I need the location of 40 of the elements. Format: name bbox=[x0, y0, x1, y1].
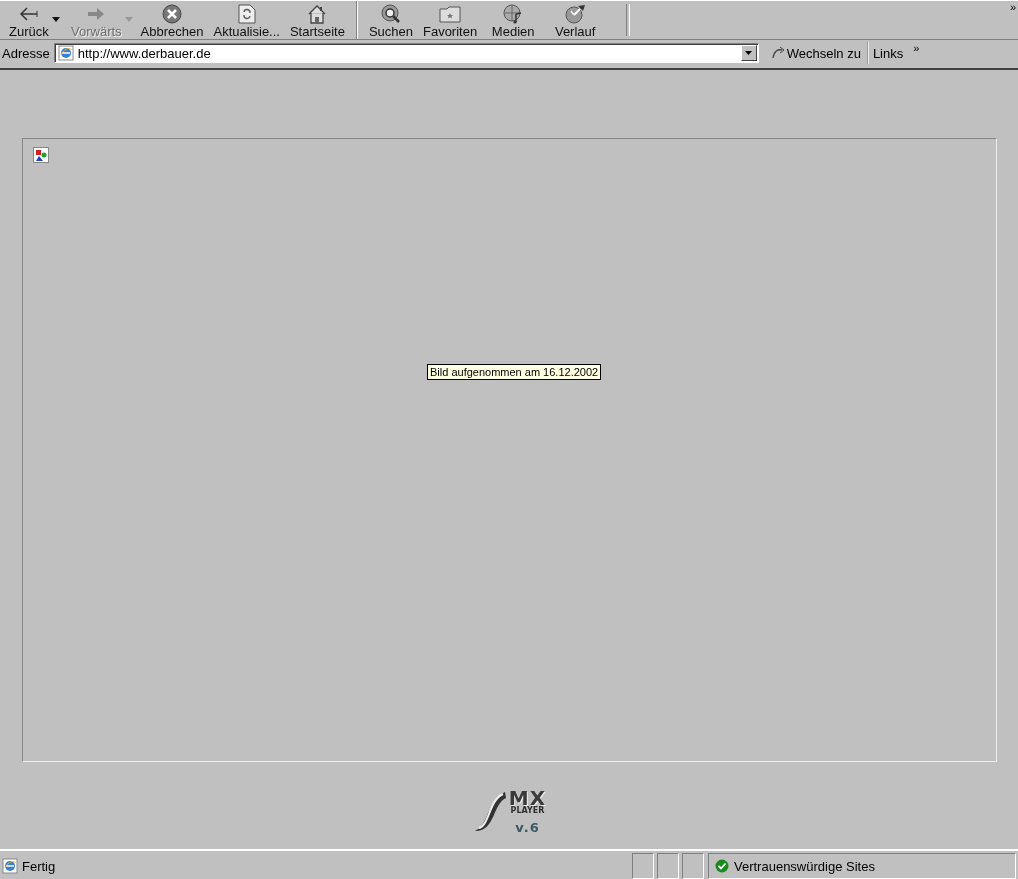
ie-page-icon bbox=[2, 858, 18, 874]
toolbar-button[interactable]: Suchen bbox=[355, 1, 418, 39]
address-label: Adresse bbox=[2, 45, 50, 61]
folder-icon bbox=[439, 5, 462, 23]
toolbar-button[interactable]: Verlauf bbox=[544, 1, 607, 39]
toolbar-button[interactable]: Favoriten bbox=[417, 1, 483, 39]
back-arrow-icon bbox=[19, 7, 38, 21]
toolbar-overflow-chevron[interactable]: » bbox=[1009, 1, 1016, 13]
toolbar-button[interactable]: Abbrechen bbox=[135, 1, 209, 39]
status-panel bbox=[657, 853, 679, 879]
go-arrow-icon bbox=[770, 46, 785, 60]
dropdown-caret-icon[interactable] bbox=[745, 51, 753, 55]
history-clock-icon bbox=[564, 4, 587, 24]
links-overflow-chevron[interactable]: » bbox=[913, 42, 920, 54]
broken-image-icon bbox=[33, 147, 49, 163]
dropdown-caret-icon[interactable] bbox=[51, 17, 60, 22]
status-panel bbox=[632, 853, 654, 879]
ie-page-icon bbox=[57, 45, 74, 61]
stop-icon bbox=[162, 4, 182, 24]
address-field-frame[interactable]: http://www.derbauer.de bbox=[53, 43, 759, 63]
go-button[interactable]: Wechseln zu bbox=[770, 42, 869, 64]
logo-title: MX bbox=[508, 788, 547, 808]
media-globe-icon bbox=[503, 4, 524, 24]
toolbar-button[interactable]: Medien bbox=[482, 1, 545, 39]
logo-version: v.6 bbox=[515, 821, 540, 834]
logo-subtitle: PLAYER bbox=[510, 807, 545, 815]
status-text: Fertig bbox=[22, 858, 56, 874]
check-circle-icon bbox=[715, 859, 729, 873]
links-toolbar-button[interactable]: Links bbox=[872, 45, 914, 61]
address-field[interactable]: http://www.derbauer.de bbox=[77, 45, 737, 61]
home-icon bbox=[307, 4, 328, 24]
search-icon bbox=[380, 4, 401, 24]
toolbar-button[interactable]: Aktualisie... bbox=[208, 1, 285, 39]
refresh-page-icon bbox=[237, 4, 256, 24]
security-zone-text: Vertrauenswürdige Sites bbox=[734, 858, 875, 874]
status-panel bbox=[682, 853, 704, 879]
forward-arrow-icon bbox=[87, 7, 106, 21]
tooltip: Bild aufgenommen am 16.12.2002 bbox=[427, 364, 602, 380]
toolbar-button[interactable]: Startseite bbox=[284, 1, 350, 39]
toolbar-button[interactable]: Zurück bbox=[4, 1, 66, 39]
